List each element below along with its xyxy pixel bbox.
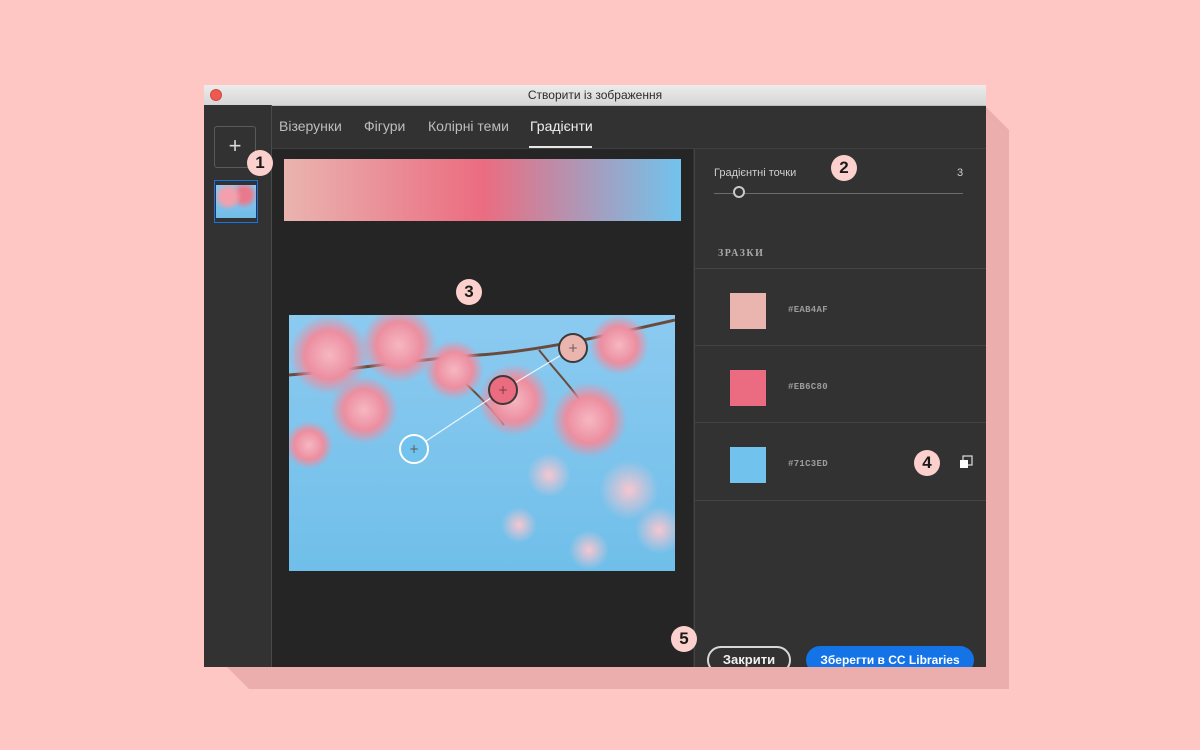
callout-2: 2 [831, 155, 857, 181]
samples-heading: ЗРАЗКИ [718, 248, 765, 259]
callout-5: 5 [671, 626, 697, 652]
title-bar: Створити із зображення [204, 85, 986, 106]
tab-color-themes[interactable]: Колірні теми [428, 118, 509, 134]
window-title: Створити із зображення [527, 88, 663, 102]
swatch-hex: #EAB4AF [788, 305, 828, 315]
callout-3: 3 [456, 279, 482, 305]
gradient-stops-value: 3 [957, 167, 964, 179]
callout-4: 4 [914, 450, 940, 476]
slider-handle[interactable] [733, 186, 745, 198]
close-button[interactable]: Закрити [707, 646, 791, 667]
create-from-image-window: Створити із зображення + Візерунки Фігур… [204, 85, 986, 667]
save-to-cc-libraries-button[interactable]: Зберегти в CC Libraries [806, 646, 974, 667]
color-swatch[interactable] [730, 370, 766, 406]
swatch-row[interactable]: #71C3ED [695, 422, 986, 501]
tab-shapes[interactable]: Фігури [364, 118, 405, 134]
canvas-area: + + + [272, 149, 693, 667]
tab-gradients[interactable]: Градієнти [530, 118, 593, 134]
svg-text:+: + [409, 442, 419, 456]
swatch-row[interactable]: #EB6C80 [695, 345, 986, 423]
gradient-stops-slider[interactable] [714, 193, 963, 194]
active-tab-indicator [529, 146, 592, 148]
window-close-icon[interactable] [210, 89, 222, 101]
gradient-preview [284, 159, 681, 221]
color-swatch[interactable] [730, 447, 766, 483]
swatch-row[interactable]: #EAB4AF [695, 268, 986, 346]
tab-patterns[interactable]: Візерунки [279, 118, 342, 134]
thumbnail-preview [216, 185, 256, 218]
tab-bar: Візерунки Фігури Колірні теми Градієнти [272, 105, 986, 149]
svg-text:+: + [568, 341, 578, 355]
source-photo: + + + [289, 315, 675, 571]
swatch-hex: #71C3ED [788, 459, 828, 469]
image-thumbnail[interactable] [214, 180, 258, 223]
svg-text:+: + [498, 383, 508, 397]
swatch-hex: #EB6C80 [788, 382, 828, 392]
image-sidebar: + [204, 105, 272, 667]
callout-1: 1 [247, 150, 273, 176]
gradient-stops-label: Градієнтні точки [714, 167, 797, 179]
copy-icon[interactable] [959, 455, 973, 469]
gradient-settings-panel: Градієнтні точки 3 ЗРАЗКИ #EAB4AF #EB6C8… [694, 149, 986, 667]
color-swatch[interactable] [730, 293, 766, 329]
